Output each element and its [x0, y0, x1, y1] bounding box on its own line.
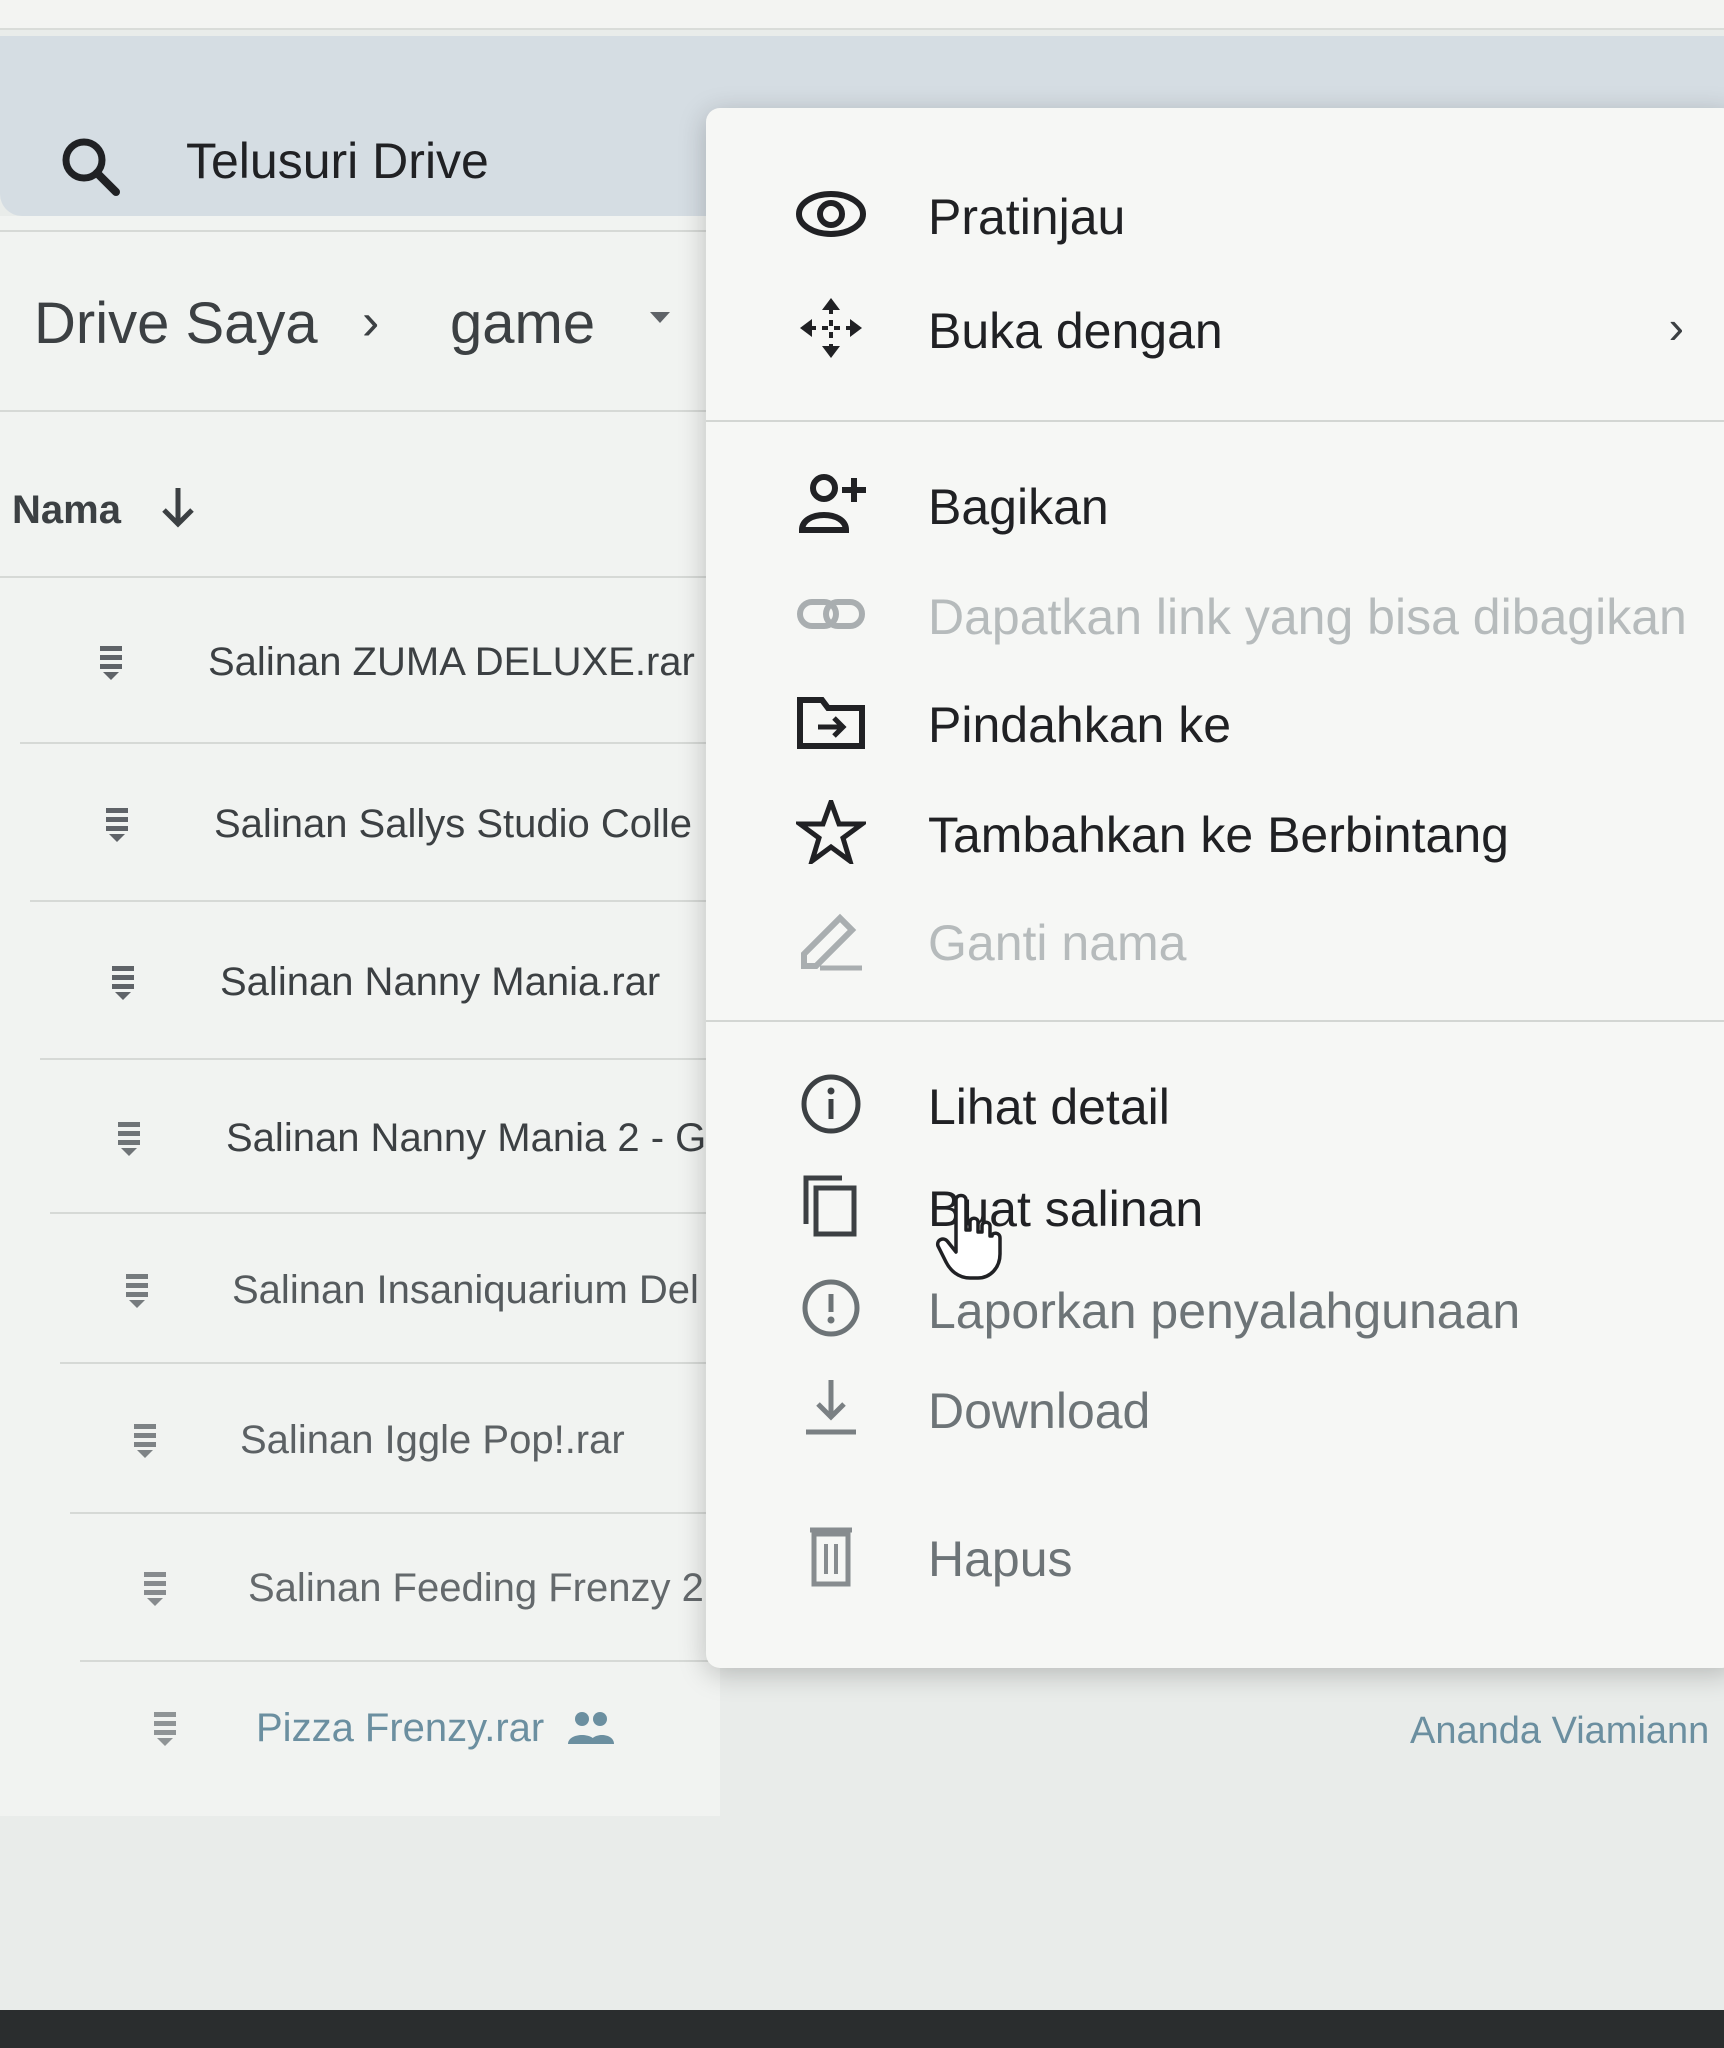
menu-item-download[interactable]: Download — [706, 1358, 1724, 1458]
copy-icon — [803, 1175, 857, 1237]
monitor-bezel — [0, 2010, 1724, 2048]
person-add-icon — [798, 474, 866, 533]
divider — [40, 1058, 720, 1060]
menu-item-label: Pindahkan ke — [928, 697, 1232, 753]
menu-item-get-link[interactable]: Dapatkan link yang bisa dibagikan — [706, 564, 1724, 664]
menu-item-preview[interactable]: Pratinjau — [706, 164, 1724, 264]
menu-item-open-with[interactable]: Buka dengan › — [706, 278, 1724, 378]
top-edge — [0, 0, 1724, 30]
search-icon[interactable] — [58, 134, 122, 198]
chevron-right-icon: › — [1668, 301, 1684, 353]
file-name[interactable]: Pizza Frenzy.rar — [256, 1706, 556, 1751]
menu-item-label: Ganti nama — [928, 915, 1187, 971]
menu-item-report[interactable]: Laporkan penyalahgunaan — [706, 1258, 1724, 1358]
file-name[interactable]: Salinan Nanny Mania 2 - G — [226, 1116, 720, 1161]
move-arrows-icon — [800, 298, 862, 358]
star-icon — [796, 800, 866, 864]
menu-item-label: Lihat detail — [928, 1079, 1170, 1135]
menu-item-label: Laporkan penyalahgunaan — [928, 1283, 1521, 1339]
menu-item-label: Dapatkan link yang bisa dibagikan — [928, 589, 1687, 645]
file-name[interactable]: Salinan Feeding Frenzy 2.r — [248, 1566, 720, 1611]
archive-file-icon — [144, 1572, 166, 1606]
menu-item-label: Tambahkan ke Berbintang — [928, 807, 1509, 863]
info-icon — [801, 1074, 861, 1134]
menu-item-details[interactable]: Lihat detail — [706, 1054, 1724, 1154]
file-owner: Ananda Viamiann — [1410, 1710, 1710, 1752]
menu-item-label: Bagikan — [928, 479, 1109, 535]
context-menu: Pratinjau Buka dengan › Bagikan Dapatkan… — [706, 108, 1724, 1668]
menu-item-label: Pratinjau — [928, 189, 1126, 245]
trash-icon — [810, 1527, 852, 1587]
table-row[interactable]: Salinan Nanny Mania 2 - G — [0, 1064, 720, 1214]
caret-down-icon[interactable] — [650, 312, 670, 323]
file-name[interactable]: Salinan ZUMA DELUXE.rar — [208, 640, 720, 685]
archive-file-icon — [112, 966, 134, 1000]
archive-file-icon — [134, 1424, 156, 1458]
divider — [20, 742, 720, 744]
table-row[interactable]: Salinan ZUMA DELUXE.rar — [0, 590, 720, 740]
pencil-icon — [801, 913, 862, 971]
menu-item-make-copy[interactable]: Buat salinan — [706, 1156, 1724, 1256]
file-name[interactable]: Salinan Iggle Pop!.rar — [240, 1418, 720, 1463]
table-row[interactable]: Salinan Feeding Frenzy 2.r — [0, 1516, 720, 1666]
divider — [70, 1512, 720, 1514]
menu-item-label: Download — [928, 1383, 1151, 1439]
divider — [30, 900, 720, 902]
archive-file-icon — [126, 1274, 148, 1308]
divider — [0, 410, 720, 412]
archive-file-icon — [118, 1122, 140, 1156]
menu-item-label: Hapus — [928, 1531, 1073, 1587]
column-header-name[interactable]: Nama — [12, 488, 121, 533]
menu-item-rename[interactable]: Ganti nama — [706, 890, 1724, 990]
file-name[interactable]: Salinan Sallys Studio Colle — [214, 802, 720, 847]
divider — [50, 1212, 720, 1214]
eye-icon — [796, 191, 866, 237]
link-icon — [797, 599, 865, 629]
search-input[interactable]: Telusuri Drive — [186, 132, 489, 190]
arrow-down-icon[interactable] — [158, 482, 198, 532]
archive-file-icon — [106, 808, 128, 842]
menu-item-delete[interactable]: Hapus — [706, 1506, 1724, 1606]
breadcrumb-root[interactable]: Drive Saya — [34, 290, 318, 357]
divider — [0, 576, 720, 578]
table-row[interactable]: Salinan Sallys Studio Colle — [0, 752, 720, 902]
archive-file-icon — [154, 1712, 176, 1746]
breadcrumb-current[interactable]: game — [450, 290, 595, 357]
menu-item-move-to[interactable]: Pindahkan ke — [706, 672, 1724, 772]
table-row[interactable]: Salinan Nanny Mania.rar — [0, 908, 720, 1058]
hand-cursor-icon — [935, 1193, 1002, 1280]
menu-item-share[interactable]: Bagikan — [706, 454, 1724, 554]
file-name[interactable]: Salinan Nanny Mania.rar — [220, 960, 720, 1005]
menu-item-label: Buka dengan — [928, 303, 1223, 359]
menu-separator — [706, 1020, 1724, 1022]
table-row[interactable]: Salinan Insaniquarium Del — [0, 1216, 720, 1366]
menu-separator — [706, 420, 1724, 422]
archive-file-icon — [100, 646, 122, 680]
folder-move-icon — [797, 697, 865, 749]
menu-item-add-star[interactable]: Tambahkan ke Berbintang — [706, 782, 1724, 882]
download-icon — [806, 1380, 856, 1435]
breadcrumb-separator-icon: › — [362, 293, 380, 351]
divider — [60, 1362, 720, 1364]
divider — [0, 230, 720, 232]
table-row[interactable]: Salinan Iggle Pop!.rar — [0, 1368, 720, 1518]
report-icon — [802, 1279, 860, 1337]
shared-people-icon — [568, 1712, 614, 1744]
file-name[interactable]: Salinan Insaniquarium Del — [232, 1268, 720, 1313]
